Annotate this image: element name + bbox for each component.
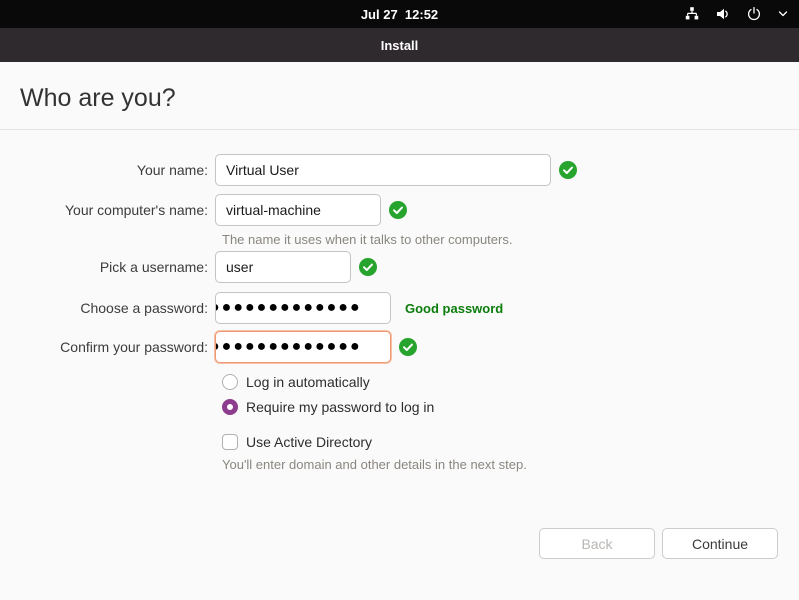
active-directory-option[interactable]: Use Active Directory [222,432,799,452]
network-icon[interactable] [684,6,700,22]
username-valid-check-icon [359,258,377,276]
confirm-password-input[interactable]: ●●●●●●●●●●●●● [215,331,391,363]
active-directory-helper-text: You'll enter domain and other details in… [222,457,799,472]
computer-name-helper-text: The name it uses when it talks to other … [222,232,799,247]
power-icon[interactable] [746,6,762,22]
name-row: Your name: Virtual User [0,154,799,186]
continue-button[interactable]: Continue [662,528,778,559]
top-bar: Jul 27 12:52 [0,0,799,28]
confirm-password-row: Confirm your password: ●●●●●●●●●●●●● [0,331,799,363]
name-input[interactable]: Virtual User [215,154,551,186]
computer-name-label: Your computer's name: [0,202,215,218]
password-label: Choose a password: [0,300,215,316]
page-title: Who are you? [20,84,779,112]
login-automatically-radio[interactable] [222,374,238,390]
username-row: Pick a username: user [0,251,799,283]
require-password-radio[interactable] [222,399,238,415]
clock[interactable]: Jul 27 12:52 [361,7,438,22]
confirm-password-valid-check-icon [399,338,417,356]
password-strength-text: Good password [405,301,503,316]
name-label: Your name: [0,162,215,178]
login-automatically-option[interactable]: Log in automatically [222,372,799,392]
volume-icon[interactable] [715,6,731,22]
require-password-option[interactable]: Require my password to log in [222,397,799,417]
who-are-you-form: Your name: Virtual User Your computer's … [0,130,799,559]
confirm-password-label: Confirm your password: [0,339,215,355]
computer-name-row: Your computer's name: virtual-machine [0,194,799,226]
chevron-down-icon[interactable] [777,8,789,20]
computer-name-input[interactable]: virtual-machine [215,194,381,226]
active-directory-label: Use Active Directory [246,434,372,450]
password-row: Choose a password: ●●●●●●●●●●●●● Good pa… [0,292,799,324]
username-label: Pick a username: [0,259,215,275]
active-directory-checkbox[interactable] [222,434,238,450]
require-password-label: Require my password to log in [246,399,434,415]
footer-button-bar: Back Continue [0,528,799,559]
password-input[interactable]: ●●●●●●●●●●●●● [215,292,391,324]
login-automatically-label: Log in automatically [246,374,370,390]
system-status-area[interactable] [684,0,789,28]
name-valid-check-icon [559,161,577,179]
username-input[interactable]: user [215,251,351,283]
back-button[interactable]: Back [539,528,655,559]
window-titlebar: Install [0,28,799,62]
computer-name-valid-check-icon [389,201,407,219]
window-title: Install [381,38,419,53]
